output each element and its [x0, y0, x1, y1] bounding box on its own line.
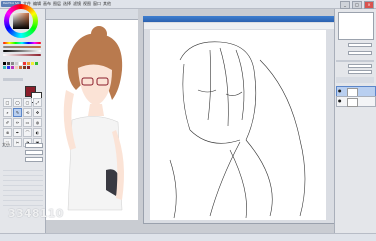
tool-grid: □ ◯ ▢ ⤢ ⌕ ✎ ⟲ ✥ ✐ ✏ ▭ ◍ ⊗ ✒ ⌒ ◐ ⬚ ✂ ◔ ▣	[3, 98, 43, 147]
value-slider[interactable]	[3, 50, 41, 52]
swatch[interactable]	[15, 66, 18, 69]
tool-blur[interactable]: ⊗	[3, 128, 12, 137]
swatch[interactable]	[19, 66, 22, 69]
menu-view[interactable]: 视图	[83, 1, 91, 7]
brush-size-row: 大小	[2, 142, 43, 148]
swatch[interactable]	[23, 66, 26, 69]
layer-toolbar	[336, 77, 374, 83]
layer-item[interactable]: ●	[336, 96, 376, 107]
color-square[interactable]	[13, 13, 29, 29]
swatch[interactable]	[15, 62, 18, 65]
layer-thumbnail	[347, 98, 358, 107]
menu-other[interactable]: 其他	[103, 1, 111, 7]
swatch[interactable]	[7, 62, 10, 65]
swatch[interactable]	[31, 62, 34, 65]
tool-pen[interactable]: ✎	[13, 108, 22, 117]
tool-zoom[interactable]: ⌕	[3, 108, 12, 117]
close-button[interactable]: ×	[364, 1, 374, 9]
blend-mode-select[interactable]	[348, 64, 372, 68]
main-canvas-titlebar	[143, 16, 335, 22]
tool-move[interactable]: ⤢	[33, 98, 42, 107]
eye-icon[interactable]: ●	[338, 89, 342, 93]
lineart-sketch	[169, 41, 306, 219]
menu-layer[interactable]: 图层	[53, 1, 61, 7]
tool-brush[interactable]: ✐	[3, 118, 12, 127]
tool-rotate[interactable]: ⟲	[23, 108, 32, 117]
opacity-slider[interactable]	[3, 54, 41, 56]
angle-field[interactable]	[348, 51, 372, 55]
maximize-button[interactable]: □	[352, 1, 362, 9]
menu-select[interactable]: 选择	[63, 1, 71, 7]
panel-divider	[3, 78, 23, 81]
tool-airbrush[interactable]: ◐	[33, 128, 42, 137]
opacity-field[interactable]	[348, 70, 372, 74]
zoom-field[interactable]	[348, 43, 372, 47]
brush-density-slider[interactable]	[25, 150, 43, 155]
swatch[interactable]	[11, 62, 14, 65]
brush-density-row	[2, 149, 43, 155]
reference-illustration	[63, 26, 124, 211]
swatch[interactable]	[3, 66, 6, 69]
main-canvas[interactable]	[150, 30, 326, 220]
reference-tab-bar	[46, 9, 138, 20]
watermark-text: 3348110	[8, 207, 64, 220]
saturation-slider[interactable]	[3, 46, 41, 48]
panel-divider	[336, 60, 374, 62]
brush-size-label: 大小	[2, 142, 10, 147]
swatch[interactable]	[11, 66, 14, 69]
minimize-button[interactable]: _	[340, 1, 350, 9]
swatch[interactable]	[23, 62, 26, 65]
swatch[interactable]	[35, 62, 38, 65]
menu-window[interactable]: 窗口	[93, 1, 101, 7]
menu-filter[interactable]: 滤镜	[73, 1, 81, 7]
brush-size-slider[interactable]	[25, 143, 43, 148]
tool-markers[interactable]: ✒	[13, 128, 22, 137]
brush-shape-slider[interactable]	[25, 157, 43, 162]
tool-curve[interactable]: ⌒	[23, 128, 32, 137]
brush-size-presets[interactable]	[3, 166, 43, 206]
window-controls: _ □ ×	[340, 1, 374, 9]
menu-edit[interactable]: 编辑	[33, 1, 41, 7]
canvas-toolbar	[144, 23, 334, 29]
tool-pencil[interactable]: ✏	[13, 118, 22, 127]
navigator-preview[interactable]	[338, 12, 374, 40]
tool-rect-select[interactable]: □	[3, 98, 12, 107]
tool-magic-wand[interactable]: ▢	[23, 98, 32, 107]
tool-bucket[interactable]: ◍	[33, 118, 42, 127]
hue-slider[interactable]	[3, 42, 41, 44]
swatch[interactable]	[19, 62, 22, 65]
reference-canvas[interactable]	[46, 20, 138, 220]
tool-eraser[interactable]: ▭	[23, 118, 32, 127]
brush-shape-row	[2, 156, 43, 162]
menu-canvas[interactable]: 画布	[43, 1, 51, 7]
eye-icon[interactable]: ●	[338, 99, 342, 103]
tool-hand[interactable]: ✥	[33, 108, 42, 117]
swatch[interactable]	[27, 62, 30, 65]
tool-lasso[interactable]: ◯	[13, 98, 22, 107]
swatch[interactable]	[3, 62, 6, 65]
swatch[interactable]	[27, 66, 30, 69]
swatch[interactable]	[7, 66, 10, 69]
color-swatches	[3, 62, 41, 69]
